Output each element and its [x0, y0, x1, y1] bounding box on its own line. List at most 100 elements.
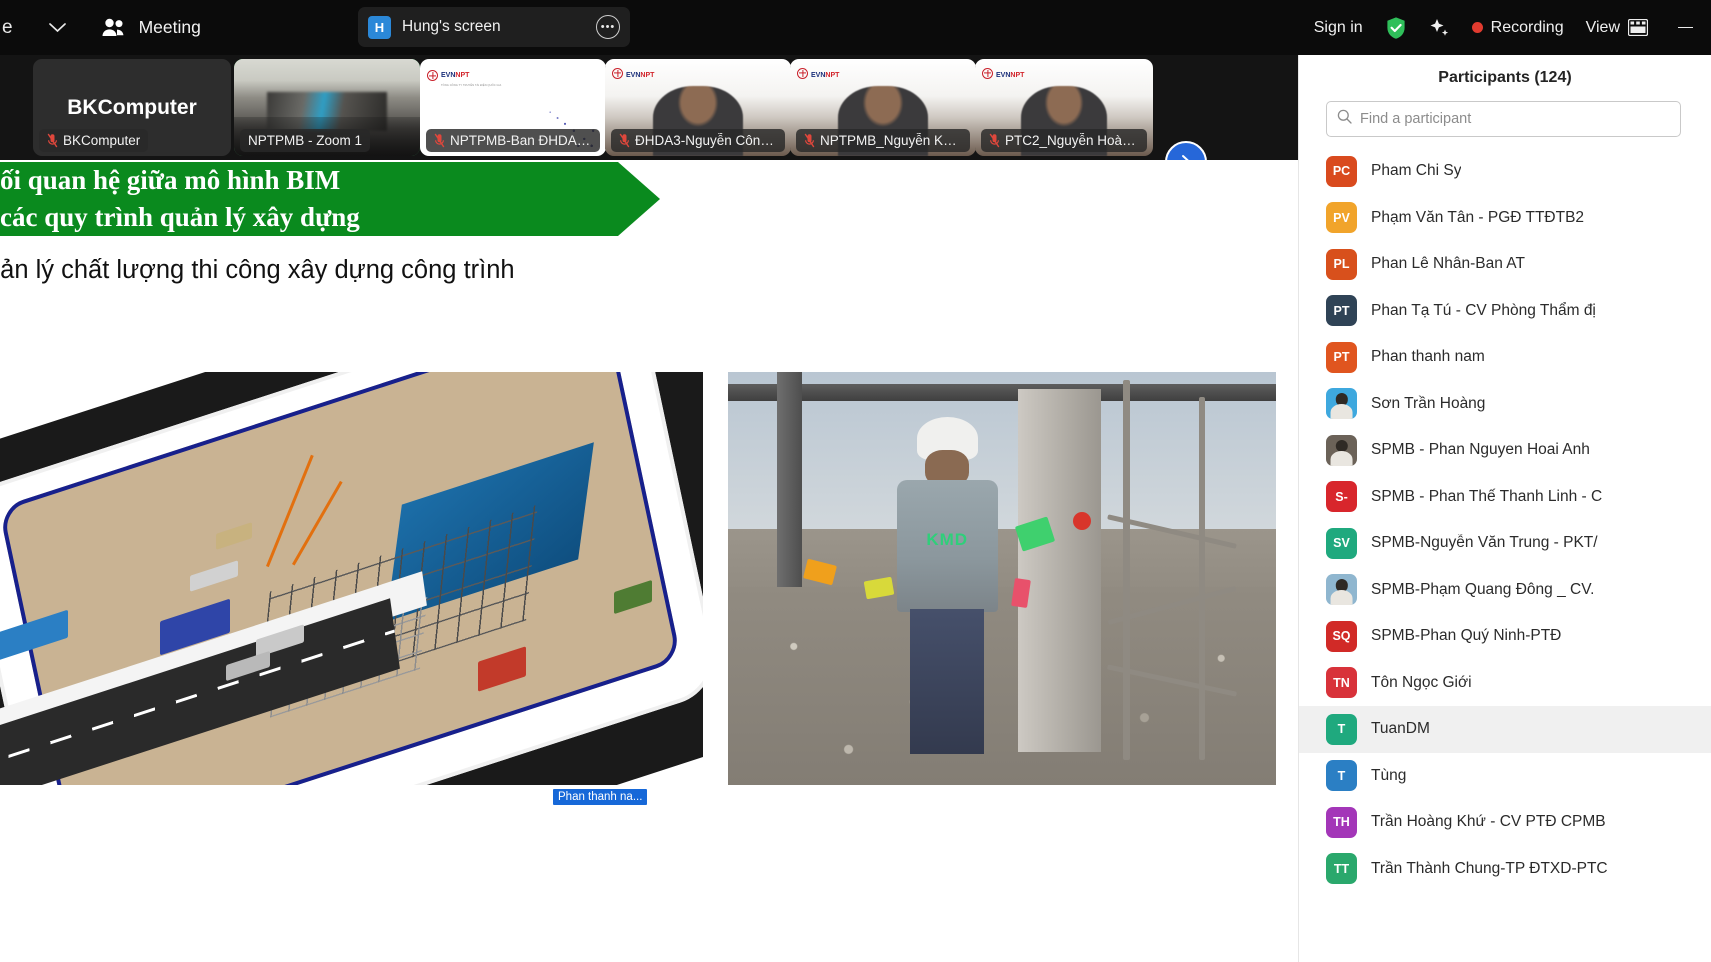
avatar: PC — [1326, 155, 1357, 187]
meeting-top-bar: e Meeting H Hung's screen ••• Sign in Re… — [0, 0, 1711, 55]
participant-row[interactable]: PL Phan Lê Nhân-Ban AT — [1299, 241, 1711, 288]
video-tile-bkcomputer[interactable]: BKComputer BKComputer — [33, 59, 231, 156]
mic-muted-icon — [619, 133, 630, 148]
participant-row[interactable]: PT Phan Tạ Tú - CV Phòng Thẩm đị — [1299, 288, 1711, 335]
avatar: PT — [1326, 341, 1357, 373]
avatar: PT — [1326, 295, 1357, 327]
bim-3d-render-image — [0, 372, 703, 785]
participants-title: Participants (124) — [1438, 69, 1572, 86]
participant-row[interactable]: T TuanDM — [1299, 706, 1711, 753]
evn-subtext: TỔNG CÔNG TY TRUYỀN TẢI ĐIỆN QUỐC GIA — [441, 83, 502, 87]
participant-row[interactable]: TH Trần Hoàng Khứ - CV PTĐ CPMB — [1299, 799, 1711, 846]
participant-row[interactable]: SQ SPMB-Phan Quý Ninh-PTĐ — [1299, 613, 1711, 660]
tile-label: NPTPMB - Zoom 1 — [248, 133, 363, 148]
layout-grid-icon — [1627, 18, 1649, 37]
participant-row[interactable]: TT Trần Thành Chung-TP ĐTXD-PTC — [1299, 846, 1711, 893]
slide-subtitle: uản lý chất lượng thi công xây dựng công… — [0, 256, 515, 284]
copilot-sparkle-icon[interactable] — [1418, 8, 1461, 48]
participant-name: Sơn Trần Hoàng — [1371, 394, 1486, 412]
shared-screen-pill[interactable]: H Hung's screen ••• — [358, 7, 630, 47]
avatar — [1326, 574, 1357, 606]
video-tile-dhda3-nguyen-cong[interactable]: EVNNPT ĐHDA3-Nguyễn Công ... — [605, 59, 791, 156]
participant-row[interactable]: Sơn Trần Hoàng — [1299, 381, 1711, 428]
participants-search-wrap: Find a participant — [1299, 101, 1711, 137]
participant-name: Phan thanh nam — [1371, 348, 1485, 366]
participant-name: Phan Tạ Tú - CV Phòng Thẩm đị — [1371, 301, 1596, 319]
video-tile-nptpmb-nguyen-ke[interactable]: EVNNPT NPTPMB_Nguyễn Kế ... — [790, 59, 976, 156]
window-edge-letter: e — [2, 16, 13, 38]
slide-banner-line1: ối quan hệ giữa mô hình BIM — [0, 164, 341, 195]
presenter-name-tag: Phan thanh na... — [553, 789, 648, 805]
avatar: T — [1326, 760, 1357, 792]
avatar — [1326, 388, 1357, 420]
tile-label: NPTPMB_Nguyễn Kế ... — [820, 133, 962, 148]
photo-overhead-beam — [728, 384, 1276, 401]
participant-row[interactable]: T Tùng — [1299, 753, 1711, 800]
participant-row[interactable]: PT Phan thanh nam — [1299, 334, 1711, 381]
participant-name: Phạm Văn Tân - PGĐ TTĐTB2 — [1371, 208, 1585, 226]
photo-worker: KMD — [892, 417, 1002, 755]
participant-name: SPMB - Phan Thế Thanh Linh - C — [1371, 487, 1603, 505]
tile-name-badge: NPTPMB_Nguyễn Kế ... — [796, 129, 970, 152]
minimize-icon[interactable] — [1659, 0, 1711, 55]
participant-row[interactable]: PV Phạm Văn Tân - PGĐ TTĐTB2 — [1299, 195, 1711, 242]
participants-panel: Participants (124) Find a participant PC… — [1298, 55, 1711, 962]
participant-row[interactable]: SV SPMB-Nguyễn Văn Trung - PKT/ — [1299, 520, 1711, 567]
participant-name: SPMB - Phan Nguyen Hoai Anh — [1371, 441, 1590, 459]
people-icon — [101, 17, 127, 39]
photo-safety-vest: KMD — [896, 480, 998, 613]
recording-dot-icon — [1471, 22, 1483, 33]
search-input[interactable]: Find a participant — [1326, 101, 1681, 137]
avatar: S- — [1326, 481, 1357, 513]
participant-filmstrip: BKComputer BKComputer NPTPMB - Zoom 1 EV… — [0, 55, 1298, 183]
teams-meeting-window: e Meeting H Hung's screen ••• Sign in Re… — [0, 0, 1711, 962]
construction-site-photo: KMD — [728, 372, 1276, 785]
photo-concrete-wall — [1018, 388, 1101, 752]
tile-label: PTC2_Nguyễn Hoàng ... — [1005, 133, 1139, 148]
chevron-down-icon[interactable] — [41, 11, 75, 45]
shared-screen-stage: ối quan hệ giữa mô hình BIM các quy trìn… — [0, 160, 1298, 962]
top-bar-right-group: Sign in Recording View — [1303, 0, 1711, 55]
evn-primary: EVN — [441, 72, 456, 79]
participant-name: Pham Chi Sy — [1371, 162, 1462, 180]
avatar: TN — [1326, 667, 1357, 699]
view-button[interactable]: View — [1575, 8, 1659, 48]
evn-mark-icon — [427, 70, 438, 82]
video-tile-nptpmb-dhda3[interactable]: EVNNPT TỔNG CÔNG TY TRUYỀN TẢI ĐIỆN QUỐC… — [420, 59, 606, 156]
evnnpt-logo: EVNNPT — [982, 64, 1024, 82]
minimize-bar — [1677, 26, 1693, 29]
tile-name-badge: NPTPMB - Zoom 1 — [240, 129, 371, 152]
search-icon — [1337, 109, 1352, 129]
meeting-button[interactable]: Meeting — [101, 17, 201, 39]
recording-indicator[interactable]: Recording — [1461, 8, 1575, 48]
video-tile-ptc2-nguyen-hoang[interactable]: EVNNPT PTC2_Nguyễn Hoàng ... — [975, 59, 1153, 156]
sparkle-glyph — [1429, 17, 1450, 38]
mic-muted-icon — [434, 133, 445, 148]
participant-name: TuanDM — [1371, 720, 1430, 738]
participant-row[interactable]: PC Pham Chi Sy — [1299, 148, 1711, 195]
shield-glyph — [1385, 16, 1407, 40]
participant-name: SPMB-Phạm Quang Đông _ CV. — [1371, 580, 1595, 598]
evnnpt-logo: EVNNPT TỔNG CÔNG TY TRUYỀN TẢI ĐIỆN QUỐC… — [427, 64, 501, 87]
mic-muted-icon — [989, 133, 1000, 148]
participant-row[interactable]: SPMB-Phạm Quang Đông _ CV. — [1299, 567, 1711, 614]
tile-label: NPTPMB-Ban ĐHDA3-... — [450, 133, 592, 148]
participant-row[interactable]: S- SPMB - Phan Thế Thanh Linh - C — [1299, 474, 1711, 521]
more-options-icon[interactable]: ••• — [596, 15, 620, 39]
video-tile-nptpmb-zoom1[interactable]: NPTPMB - Zoom 1 — [234, 59, 420, 156]
participant-name: Trần Thành Chung-TP ĐTXD-PTC — [1371, 859, 1608, 877]
shield-check-icon[interactable] — [1374, 8, 1418, 48]
meeting-label: Meeting — [138, 17, 201, 37]
participant-row[interactable]: SPMB - Phan Nguyen Hoai Anh — [1299, 427, 1711, 474]
participant-row[interactable]: TN Tôn Ngọc Giới — [1299, 660, 1711, 707]
evn-mark-icon — [612, 67, 623, 79]
slide-banner: ối quan hệ giữa mô hình BIM các quy trìn… — [0, 162, 660, 236]
participant-name: SPMB-Phan Quý Ninh-PTĐ — [1371, 627, 1562, 645]
mic-muted-icon — [804, 133, 815, 148]
tile-name-badge: PTC2_Nguyễn Hoàng ... — [981, 129, 1147, 152]
sign-in-button[interactable]: Sign in — [1303, 8, 1374, 48]
participants-list: PC Pham Chi Sy PV Phạm Văn Tân - PGĐ TTĐTB2… — [1299, 148, 1711, 892]
photo-scaffold-post — [1122, 380, 1130, 761]
photo-vest-text: KMD — [926, 530, 969, 550]
share-badge: H — [368, 15, 391, 39]
